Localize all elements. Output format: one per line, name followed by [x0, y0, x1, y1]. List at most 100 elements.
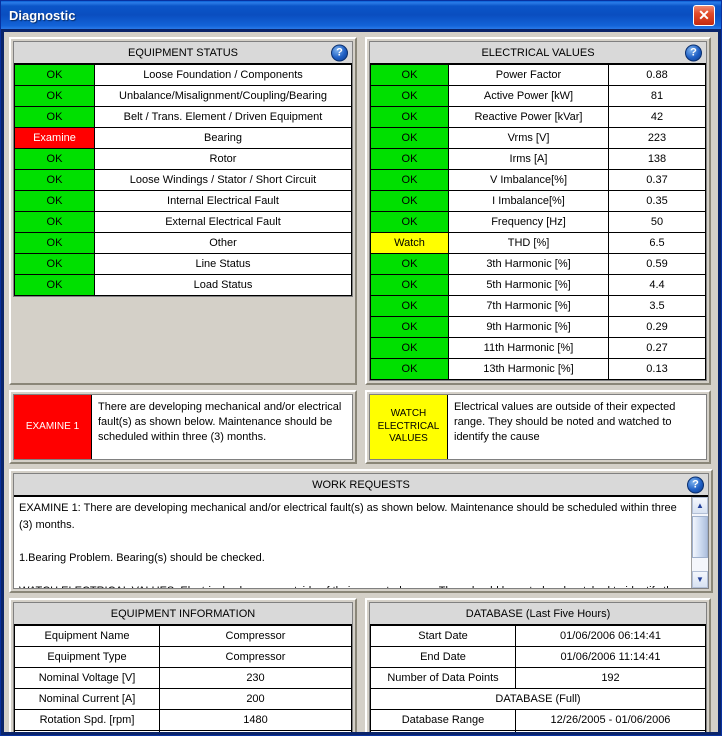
status-badge: OK [370, 295, 449, 317]
db-value: 7227 (7227/7227) [515, 730, 706, 732]
electrical-values-inner: ELECTRICAL VALUES ? OK Power Factor 0.88 OK… [369, 41, 707, 381]
info-label: Nominal Current [A] [14, 688, 160, 710]
table-row: Number of Data Points 192 [370, 667, 706, 689]
table-row[interactable]: OK Unbalance/Misalignment/Coupling/Bearin… [14, 85, 352, 107]
help-icon[interactable]: ? [685, 44, 702, 61]
fault-name: Other [94, 232, 352, 254]
examine-alert-tag: EXAMINE 1 [14, 395, 92, 459]
examine-alert: EXAMINE 1 There are developing mechanica… [13, 394, 353, 460]
status-badge: OK [370, 169, 449, 191]
alert-row: EXAMINE 1 There are developing mechanica… [9, 390, 713, 464]
scrollbar-track[interactable] [692, 514, 708, 571]
database-subheader-row: DATABASE (Full) [370, 688, 706, 710]
table-row[interactable]: OK Other [14, 232, 352, 254]
measure-value: 0.59 [608, 253, 706, 275]
table-row[interactable]: OK 7th Harmonic [%] 3.5 [370, 295, 706, 317]
table-row[interactable]: OK Vrms [V] 223 [370, 127, 706, 149]
equipment-status-header: EQUIPMENT STATUS ? [14, 42, 352, 64]
table-row[interactable]: OK 9th Harmonic [%] 0.29 [370, 316, 706, 338]
status-badge: OK [14, 274, 95, 296]
table-row[interactable]: OK 13th Harmonic [%] 0.13 [370, 358, 706, 380]
table-row[interactable]: OK Belt / Trans. Element / Driven Equipme… [14, 106, 352, 128]
client-area: EQUIPMENT STATUS ? OK Loose Foundation / … [4, 32, 718, 732]
table-row[interactable]: Watch THD [%] 6.5 [370, 232, 706, 254]
measure-value: 0.29 [608, 316, 706, 338]
table-row: Number of Data Points7227 (7227/7227) [370, 730, 706, 732]
table-row[interactable]: OK Reactive Power [kVar] 42 [370, 106, 706, 128]
database-inner: DATABASE (Last Five Hours) Start Date 01/… [369, 602, 707, 732]
info-label: Nominal Voltage [V] [14, 667, 160, 689]
table-row[interactable]: OK Internal Electrical Fault [14, 190, 352, 212]
table-row[interactable]: OK 5th Harmonic [%] 4.4 [370, 274, 706, 296]
fault-name: Bearing [94, 127, 352, 149]
db-label: Number of Data Points [370, 667, 516, 689]
help-icon[interactable]: ? [687, 476, 704, 493]
info-label: Equipment Type [14, 646, 160, 668]
db-value: 12/26/2005 - 01/06/2006 [515, 709, 706, 731]
measure-name: Reactive Power [kVar] [448, 106, 609, 128]
status-badge: OK [370, 106, 449, 128]
close-icon[interactable]: ✕ [693, 4, 715, 26]
table-row[interactable]: OK Irms [A] 138 [370, 148, 706, 170]
db-label: Number of Data Points [370, 730, 516, 732]
table-row[interactable]: OK I Imbalance[%] 0.35 [370, 190, 706, 212]
watch-alert-panel: WATCH ELECTRICAL VALUES Electrical value… [365, 390, 711, 464]
work-requests-header: WORK REQUESTS ? [14, 474, 708, 496]
table-row: Database Range 12/26/2005 - 01/06/2006 [370, 709, 706, 731]
table-row: MCM Address251 [14, 730, 352, 732]
watch-alert-tag: WATCH ELECTRICAL VALUES [370, 395, 448, 459]
help-icon[interactable]: ? [331, 44, 348, 61]
measure-name: 11th Harmonic [%] [448, 337, 609, 359]
status-badge: OK [14, 190, 95, 212]
table-row[interactable]: OK Load Status [14, 274, 352, 296]
table-row[interactable]: OK External Electrical Fault [14, 211, 352, 233]
measure-value: 223 [608, 127, 706, 149]
database-subheader: DATABASE (Full) [370, 688, 706, 710]
fault-name: Internal Electrical Fault [94, 190, 352, 212]
table-row: Nominal Voltage [V] 230 [14, 667, 352, 689]
table-row[interactable]: OK Frequency [Hz] 50 [370, 211, 706, 233]
measure-value: 0.88 [608, 64, 706, 86]
info-label: MCM Address [14, 730, 160, 732]
fault-name: Line Status [94, 253, 352, 275]
measure-name: Frequency [Hz] [448, 211, 609, 233]
measure-value: 138 [608, 148, 706, 170]
db-value: 01/06/2006 11:14:41 [515, 646, 706, 668]
table-row[interactable]: OK 3th Harmonic [%] 0.59 [370, 253, 706, 275]
equipment-information-inner: EQUIPMENT INFORMATION Equipment Name Comp… [13, 602, 353, 732]
status-badge: OK [14, 232, 95, 254]
measure-name: THD [%] [448, 232, 609, 254]
equipment-status-table: OK Loose Foundation / Components OK Unbalan… [14, 64, 352, 296]
table-row[interactable]: OK Active Power [kW] 81 [370, 85, 706, 107]
info-value: 200 [159, 688, 352, 710]
scroll-up-icon[interactable]: ▲ [692, 497, 708, 514]
info-label: Equipment Name [14, 625, 160, 647]
fault-name: External Electrical Fault [94, 211, 352, 233]
measure-name: 3th Harmonic [%] [448, 253, 609, 275]
status-badge: OK [14, 211, 95, 233]
table-row[interactable]: Examine Bearing [14, 127, 352, 149]
table-row[interactable]: OK Power Factor 0.88 [370, 64, 706, 86]
table-row[interactable]: OK Loose Foundation / Components [14, 64, 352, 86]
measure-value: 3.5 [608, 295, 706, 317]
info-value: 1480 [159, 709, 352, 731]
scroll-down-icon[interactable]: ▼ [692, 571, 708, 588]
status-badge: OK [370, 316, 449, 338]
table-row: Start Date 01/06/2006 06:14:41 [370, 625, 706, 647]
table-row: Nominal Current [A] 200 [14, 688, 352, 710]
work-requests-scrollbar[interactable]: ▲ ▼ [691, 497, 708, 588]
electrical-values-panel: ELECTRICAL VALUES ? OK Power Factor 0.88 OK… [365, 37, 711, 385]
db-label: End Date [370, 646, 516, 668]
table-row[interactable]: OK Line Status [14, 253, 352, 275]
work-requests-text[interactable]: EXAMINE 1: There are developing mechanic… [14, 497, 691, 588]
database-table: Start Date 01/06/2006 06:14:41 End Date 01/… [370, 625, 706, 732]
status-badge: OK [370, 253, 449, 275]
table-row[interactable]: OK 11th Harmonic [%] 0.27 [370, 337, 706, 359]
table-row[interactable]: OK V Imbalance[%] 0.37 [370, 169, 706, 191]
table-row[interactable]: OK Loose Windings / Stator / Short Circui… [14, 169, 352, 191]
scrollbar-thumb[interactable] [692, 516, 708, 558]
table-row[interactable]: OK Rotor [14, 148, 352, 170]
table-row: End Date 01/06/2006 11:14:41 [370, 646, 706, 668]
status-badge: OK [14, 106, 95, 128]
status-badge: OK [14, 85, 95, 107]
